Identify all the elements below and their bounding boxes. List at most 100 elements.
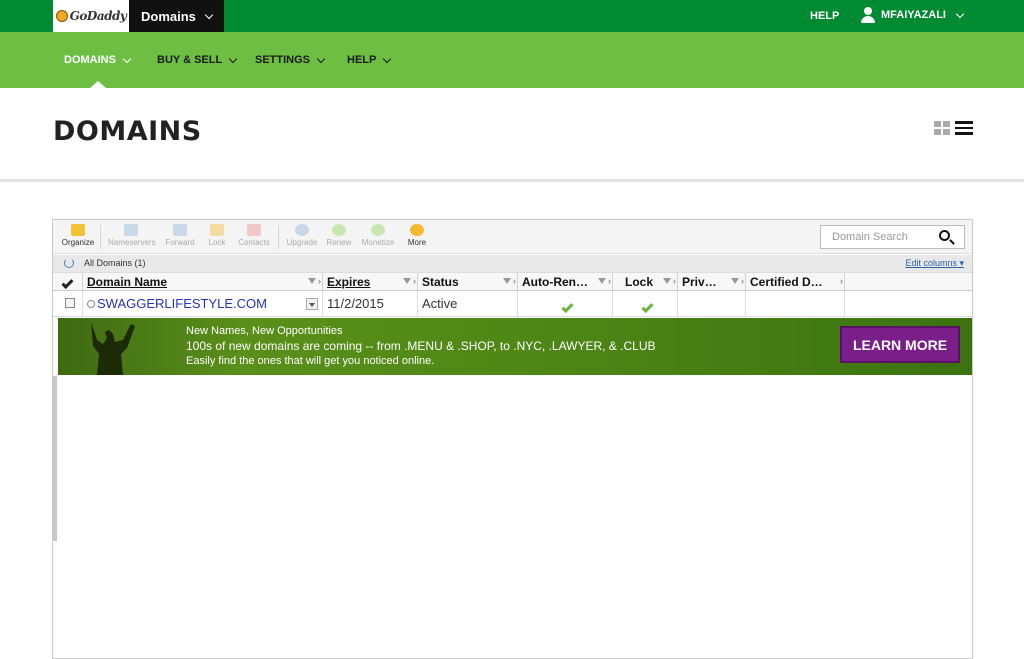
lock-cell [613, 292, 678, 317]
grid-view-icon[interactable] [934, 121, 950, 135]
nav-item-help[interactable]: HELP [347, 54, 392, 66]
domain-toolbar: Organize Nameservers Forward Lock Contac… [53, 220, 972, 254]
product-switcher[interactable]: Domains [129, 0, 224, 32]
col-privacy[interactable]: Priv… › [678, 273, 746, 292]
col-lock[interactable]: Lock › [613, 273, 678, 292]
user-menu[interactable]: MFAIYAZALI [860, 7, 965, 23]
domain-list-bar: All Domains (1) Edit columns ▾ [53, 255, 972, 272]
col-auto-renew[interactable]: Auto-Ren… › [518, 273, 613, 292]
search-icon[interactable] [939, 230, 950, 241]
status-cell: Active [418, 292, 518, 317]
col-label: Status [422, 275, 459, 289]
nav-item-domains[interactable]: DOMAINS [64, 54, 132, 66]
filter-icon[interactable] [308, 278, 316, 284]
tool-label: Lock [208, 238, 226, 247]
edit-columns-label: Edit columns [905, 258, 957, 268]
table-row[interactable]: SWAGGERLIFESTYLE.COM 11/2/2015 Active [53, 292, 972, 317]
panel-collapse-handle[interactable] [53, 376, 57, 541]
lock-icon [210, 224, 224, 236]
filter-icon[interactable] [403, 278, 411, 284]
col-label: Expires [327, 275, 371, 289]
row-checkbox-cell [53, 292, 83, 317]
auto-renew-cell [518, 292, 613, 317]
more-button[interactable]: More [394, 224, 440, 247]
product-switcher-label: Domains [141, 8, 196, 24]
contacts-icon [247, 224, 261, 236]
banner-body: 100s of new domains are coming -- from .… [186, 339, 656, 353]
expires-cell: 11/2/2015 [323, 292, 418, 317]
domains-panel: Organize Nameservers Forward Lock Contac… [52, 219, 973, 659]
user-icon [860, 7, 876, 23]
folder-icon [71, 224, 85, 236]
promo-banner[interactable]: New Names, New Opportunities 100s of new… [58, 318, 972, 375]
tool-label: Renew [326, 238, 352, 247]
col-expires[interactable]: Expires › [323, 273, 418, 292]
chevron-down-icon [955, 9, 965, 18]
top-help-link[interactable]: HELP [810, 10, 839, 22]
main-nav: DOMAINS BUY & SELL SETTINGS HELP [0, 32, 1024, 88]
nav-label: DOMAINS [64, 54, 116, 66]
godaddy-logo[interactable]: GoDaddy [53, 0, 129, 32]
col-status[interactable]: Status › [418, 273, 518, 292]
contacts-button[interactable]: Contacts [231, 224, 277, 247]
column-menu-icon[interactable]: › [413, 276, 416, 286]
more-icon [410, 224, 424, 236]
domain-link[interactable]: SWAGGERLIFESTYLE.COM [97, 296, 267, 311]
column-menu-icon[interactable]: › [840, 276, 843, 286]
column-menu-icon[interactable]: › [608, 276, 611, 286]
privacy-cell [678, 292, 746, 317]
learn-more-button[interactable]: LEARN MORE [840, 326, 960, 363]
select-all-checkbox[interactable] [53, 273, 83, 292]
chevron-down-icon [383, 54, 392, 63]
tool-label: Upgrade [286, 238, 318, 247]
toolbar-separator [100, 225, 101, 249]
column-menu-icon[interactable]: › [513, 276, 516, 286]
domain-row-dropdown[interactable] [306, 298, 318, 310]
column-menu-icon[interactable]: › [318, 276, 321, 286]
logo-mascot-icon [55, 10, 68, 22]
celebrating-person-image [91, 322, 135, 375]
list-view-icon[interactable] [955, 121, 973, 135]
filter-icon[interactable] [731, 278, 739, 284]
row-checkbox[interactable] [65, 298, 75, 308]
domain-search-input[interactable]: Domain Search [820, 225, 965, 249]
filter-icon[interactable] [663, 278, 671, 284]
column-menu-icon[interactable]: › [741, 276, 744, 286]
banner-subtext: Easily find the ones that will get you n… [186, 355, 435, 367]
tool-label: Forward [165, 238, 195, 247]
col-certified-domain[interactable]: Certified D… › [746, 273, 845, 292]
check-icon [560, 300, 574, 314]
refresh-icon[interactable] [64, 258, 74, 268]
header-divider [0, 179, 1024, 182]
column-menu-icon[interactable]: › [673, 276, 676, 286]
search-placeholder: Domain Search [832, 231, 908, 243]
filter-icon[interactable] [503, 278, 511, 284]
nameservers-button[interactable]: Nameservers [108, 224, 156, 247]
upgrade-icon [295, 224, 309, 236]
nav-label: BUY & SELL [157, 54, 223, 66]
page-title: DOMAINS [53, 116, 202, 147]
col-domain-name[interactable]: Domain Name › [83, 273, 323, 292]
nav-item-buy-sell[interactable]: BUY & SELL [157, 54, 238, 66]
magnifier-icon[interactable] [87, 300, 95, 308]
nav-label: SETTINGS [255, 54, 311, 66]
chevron-down-icon [122, 54, 132, 63]
organize-button[interactable]: Organize [55, 224, 101, 247]
tool-label: Monetize [361, 238, 395, 247]
tool-label: Nameservers [108, 238, 156, 247]
all-domains-label[interactable]: All Domains (1) [84, 258, 146, 268]
col-label: Priv… [682, 275, 717, 289]
tool-label: More [407, 238, 427, 247]
edit-columns-link[interactable]: Edit columns ▾ [905, 258, 964, 269]
filter-icon[interactable] [598, 278, 606, 284]
chevron-down-icon [204, 10, 214, 19]
col-label: Lock [625, 275, 654, 289]
domain-table-header: Domain Name › Expires › Status › Auto-Ren… ›… [53, 272, 972, 292]
col-label: Auto-Ren… [522, 275, 588, 289]
domain-name-cell: SWAGGERLIFESTYLE.COM [83, 292, 323, 317]
banner-headline: New Names, New Opportunities [186, 325, 343, 337]
nav-item-settings[interactable]: SETTINGS [255, 54, 326, 66]
certified-cell [746, 292, 845, 317]
tool-label: Organize [61, 238, 95, 247]
tool-label: Contacts [238, 238, 270, 247]
